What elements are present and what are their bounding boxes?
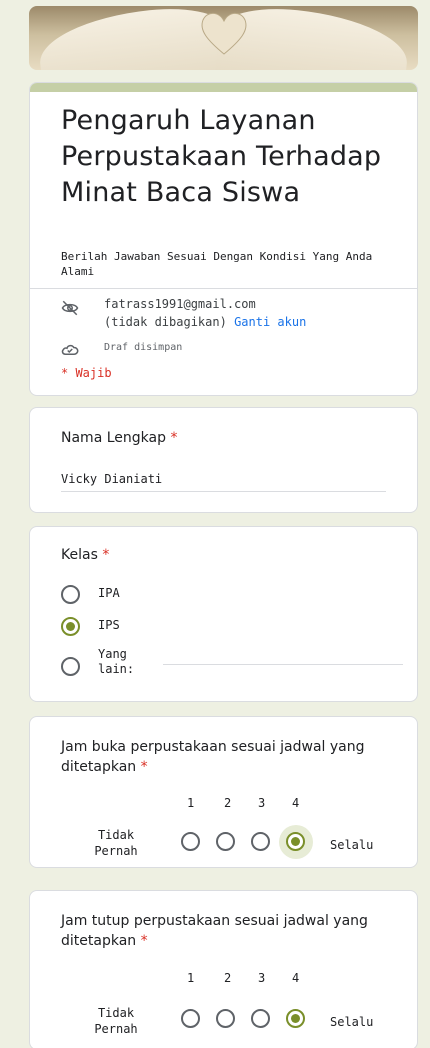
account-email: fatrass1991@gmail.com: [104, 297, 256, 311]
required-asterisk: *: [140, 933, 148, 949]
header-divider: [30, 288, 417, 289]
other-text-input[interactable]: [163, 664, 403, 665]
switch-account-link[interactable]: Ganti akun: [234, 315, 306, 329]
cloud-done-icon: [61, 344, 79, 355]
header-banner-image: [29, 6, 418, 70]
question-card-jam-tutup: Jam tutup perpustakaan sesuai jadwal yan…: [29, 890, 418, 1048]
scale-high-label: Selalu: [330, 1015, 374, 1029]
scale-low-label: Tidak Pernah: [94, 828, 138, 858]
form-header-card: Pengaruh Layanan Perpustakaan Terhadap M…: [29, 82, 418, 396]
question-title-jam-tutup: Jam tutup perpustakaan sesuai jadwal yan…: [61, 913, 368, 949]
draft-status-text: Draf disimpan: [104, 342, 183, 353]
scale-radio-3[interactable]: [251, 832, 270, 851]
question-title-nama: Nama Lengkap *: [61, 430, 178, 446]
option-label-ipa: IPA: [98, 586, 120, 600]
required-asterisk: *: [170, 430, 178, 446]
scale-high-label: Selalu: [330, 838, 374, 852]
question-card-jam-buka: Jam buka perpustakaan sesuai jadwal yang…: [29, 716, 418, 868]
radio-ips[interactable]: [61, 617, 80, 636]
radio-ipa[interactable]: [61, 585, 80, 604]
name-input-underline: [61, 491, 386, 492]
question-card-kelas: Kelas * IPA IPS Yang lain:: [29, 526, 418, 702]
option-label-other: Yang lain:: [98, 647, 135, 676]
radio-other[interactable]: [61, 657, 80, 676]
visibility-off-icon: [61, 300, 79, 316]
scale-low-label: Tidak Pernah: [94, 1006, 138, 1036]
scale-radio-1[interactable]: [181, 832, 200, 851]
account-row: fatrass1991@gmail.com (tidak dibagikan) …: [61, 297, 401, 333]
question-card-nama: Nama Lengkap * Vicky Dianiati: [29, 407, 418, 513]
draft-status-row: Draf disimpan: [61, 342, 401, 360]
form-header-accent-bar: [30, 83, 417, 92]
account-not-shared-note: (tidak dibagikan): [104, 315, 227, 329]
scale-radio-3[interactable]: [251, 1009, 270, 1028]
scale-radio-2[interactable]: [216, 832, 235, 851]
question-title-kelas: Kelas *: [61, 547, 110, 563]
required-asterisk: *: [140, 759, 148, 775]
scale-radio-4[interactable]: [286, 1009, 305, 1028]
scale-radio-4[interactable]: [286, 832, 305, 851]
form-title: Pengaruh Layanan Perpustakaan Terhadap M…: [61, 105, 382, 208]
question-title-jam-buka: Jam buka perpustakaan sesuai jadwal yang…: [61, 739, 365, 775]
required-field-note: * Wajib: [61, 366, 112, 380]
name-input[interactable]: Vicky Dianiati: [61, 472, 162, 486]
option-label-ips: IPS: [98, 618, 120, 632]
required-asterisk: *: [102, 547, 110, 563]
form-description: Berilah Jawaban Sesuai Dengan Kondisi Ya…: [61, 250, 373, 278]
scale-radio-1[interactable]: [181, 1009, 200, 1028]
book-heart-image: [201, 12, 247, 55]
scale-radio-2[interactable]: [216, 1009, 235, 1028]
